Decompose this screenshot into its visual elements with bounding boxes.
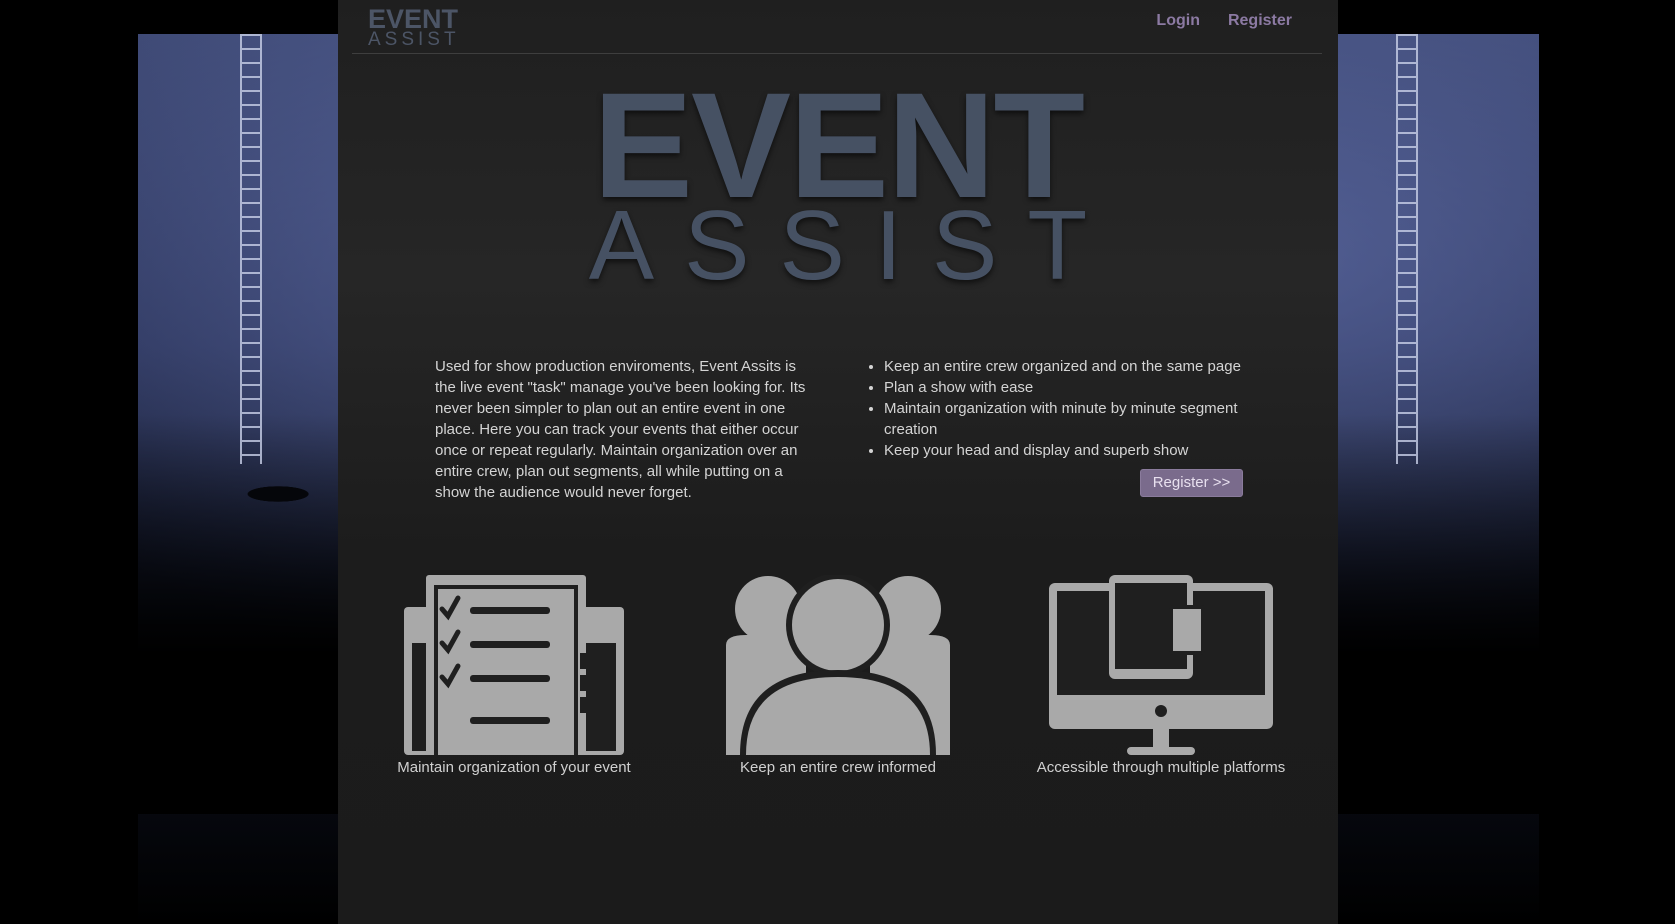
hero-title-assist: ASSIST	[588, 190, 1118, 300]
feature-caption: Maintain organization of your event	[397, 759, 631, 776]
group-icon	[726, 575, 950, 755]
feature-caption: Accessible through multiple platforms	[1036, 759, 1286, 776]
feature-item: Keep your head and display and superb sh…	[884, 440, 1264, 461]
devices-icon	[1049, 575, 1273, 755]
checklist-icon	[404, 575, 624, 755]
feature-card-crew: Keep an entire crew informed	[698, 575, 978, 776]
register-button[interactable]: Register >>	[1140, 469, 1243, 497]
feature-card-platforms: Accessible through multiple platforms	[1021, 575, 1301, 776]
feature-item: Plan a show with ease	[884, 377, 1264, 398]
feature-caption: Keep an entire crew informed	[740, 759, 936, 776]
stage-truss-left	[240, 34, 262, 464]
navbar: EVENT ASSIST Login Register	[352, 0, 1322, 54]
login-link[interactable]: Login	[1156, 12, 1200, 30]
main-panel: EVENT ASSIST Login Register EVENT ASSIST…	[338, 0, 1338, 924]
logo-small[interactable]: EVENT ASSIST	[368, 6, 460, 50]
logo-small-bottom: ASSIST	[368, 29, 460, 50]
feature-card-organization: Maintain organization of your event	[374, 575, 654, 776]
stage-truss-right	[1396, 34, 1418, 464]
intro-description: Used for show production enviroments, Ev…	[435, 358, 806, 501]
feature-item: Keep an entire crew organized and on the…	[884, 356, 1264, 377]
nav-links: Login Register	[1156, 12, 1292, 30]
register-link[interactable]: Register	[1228, 12, 1292, 30]
feature-list: Keep an entire crew organized and on the…	[884, 356, 1264, 461]
feature-item: Maintain organization with minute by min…	[884, 398, 1264, 440]
